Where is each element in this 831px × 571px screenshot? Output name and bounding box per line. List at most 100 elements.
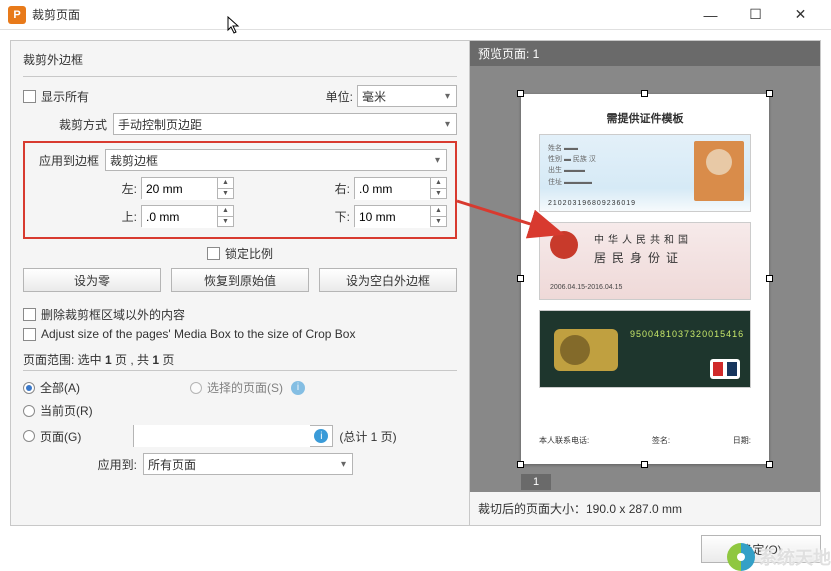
apply-to-label: 应用到: — [23, 456, 143, 473]
spin-down-icon[interactable]: ▼ — [218, 217, 233, 227]
right-spinner[interactable]: ▲▼ — [354, 177, 447, 199]
range-current-label: 当前页(R) — [40, 402, 93, 419]
footer-date: 日期: — [733, 435, 751, 446]
card-title: 中华人民共和国 — [594, 231, 692, 246]
apply-box-label: 应用到边框 — [33, 152, 105, 169]
adjust-mediabox-checkbox[interactable]: Adjust size of the pages' Media Box to t… — [23, 327, 457, 341]
resize-handle[interactable] — [766, 90, 773, 97]
app-icon: P — [8, 6, 26, 24]
unit-label: 单位: — [326, 88, 353, 105]
highlighted-region: 应用到边框 裁剪边框 ▾ 左: ▲▼ 右: ▲▼ — [23, 141, 457, 239]
show-all-checkbox[interactable]: 显示所有 — [23, 88, 89, 105]
unit-value: 毫米 — [362, 88, 386, 105]
set-blank-button[interactable]: 设为空白外边框 — [319, 268, 457, 292]
apply-to-select[interactable]: 所有页面 ▾ — [143, 453, 353, 475]
resize-handle[interactable] — [641, 90, 648, 97]
bank-card: 9500481037320015416 — [539, 310, 751, 388]
chevron-down-icon: ▾ — [441, 91, 454, 102]
right-input[interactable] — [355, 178, 430, 200]
page-range-title: 页面范围: 选中 1 页 , 共 1 页 — [23, 351, 457, 368]
right-pane: 预览页面: 1 需提供证件模板 姓名 ▬▬性别 ▬ 民族 汉出生 ▬▬▬住址 ▬… — [469, 41, 820, 525]
resize-handle[interactable] — [517, 275, 524, 282]
chevron-down-icon: ▾ — [431, 155, 444, 166]
top-input[interactable] — [142, 206, 217, 228]
radio-icon — [23, 430, 35, 442]
portrait-icon — [694, 141, 744, 201]
page-number-tab[interactable]: 1 — [521, 474, 551, 490]
resize-handle[interactable] — [766, 275, 773, 282]
range-selected-label: 选择的页面(S) — [207, 379, 283, 396]
left-label: 左: — [105, 180, 141, 197]
dialog-body: 裁剪外边框 显示所有 单位: 毫米 ▾ 裁剪方式 手动控制页边距 ▾ — [10, 40, 821, 526]
cropped-size-label: 裁切后的页面大小：190.0 x 287.0 mm — [470, 492, 820, 525]
radio-icon — [190, 382, 202, 394]
crop-mode-value: 手动控制页边距 — [118, 116, 202, 133]
apply-box-value: 裁剪边框 — [110, 152, 158, 169]
unit-select[interactable]: 毫米 ▾ — [357, 85, 457, 107]
dialog-footer: 确定(O) — [10, 535, 821, 563]
remove-outside-label: 删除裁剪框区域以外的内容 — [41, 306, 185, 323]
resize-handle[interactable] — [517, 90, 524, 97]
footer-contact: 本人联系电话: — [539, 435, 589, 446]
set-zero-button[interactable]: 设为零 — [23, 268, 161, 292]
emblem-icon — [550, 231, 578, 259]
apply-to-value: 所有页面 — [148, 456, 196, 473]
pages-input[interactable] — [134, 425, 310, 447]
left-input[interactable] — [142, 178, 217, 200]
apply-box-select[interactable]: 裁剪边框 ▾ — [105, 149, 447, 171]
id-card-front: 姓名 ▬▬性别 ▬ 民族 汉出生 ▬▬▬住址 ▬▬▬▬ 210203196809… — [539, 134, 751, 212]
remove-outside-checkbox[interactable]: 删除裁剪框区域以外的内容 — [23, 306, 457, 323]
preview-header: 预览页面: 1 — [470, 41, 820, 66]
range-selected-radio[interactable]: 选择的页面(S) i — [190, 379, 305, 396]
left-pane: 裁剪外边框 显示所有 单位: 毫米 ▾ 裁剪方式 手动控制页边距 ▾ — [11, 41, 469, 525]
info-icon: i — [314, 429, 328, 443]
maximize-button[interactable]: ☐ — [733, 0, 778, 30]
preview-page[interactable]: 需提供证件模板 姓名 ▬▬性别 ▬ 民族 汉出生 ▬▬▬住址 ▬▬▬▬ 2102… — [521, 94, 769, 464]
spin-down-icon[interactable]: ▼ — [431, 189, 446, 199]
card-subtitle: 居民身份证 — [594, 249, 684, 266]
range-all-label: 全部(A) — [40, 379, 80, 396]
show-all-label: 显示所有 — [41, 88, 89, 105]
bottom-label: 下: — [318, 208, 354, 225]
bottom-input[interactable] — [355, 206, 430, 228]
checkbox-icon — [207, 247, 220, 260]
restore-button[interactable]: 恢复到原始值 — [171, 268, 309, 292]
spin-down-icon[interactable]: ▼ — [218, 189, 233, 199]
window-title: 裁剪页面 — [32, 6, 80, 23]
resize-handle[interactable] — [517, 461, 524, 468]
adjust-mediabox-label: Adjust size of the pages' Media Box to t… — [41, 327, 355, 341]
chevron-down-icon: ▾ — [441, 119, 454, 130]
close-button[interactable]: ✕ — [778, 0, 823, 30]
spin-up-icon[interactable]: ▲ — [218, 178, 233, 189]
range-pages-radio[interactable]: 页面(G) — [23, 428, 81, 445]
top-label: 上: — [105, 208, 141, 225]
info-icon: i — [291, 381, 305, 395]
preview-doc-title: 需提供证件模板 — [521, 94, 769, 134]
footer-sign: 签名: — [652, 435, 670, 446]
crop-mode-select[interactable]: 手动控制页边距 ▾ — [113, 113, 457, 135]
lock-ratio-label: 锁定比例 — [225, 245, 273, 262]
left-spinner[interactable]: ▲▼ — [141, 177, 234, 199]
resize-handle[interactable] — [641, 461, 648, 468]
spin-up-icon[interactable]: ▲ — [218, 206, 233, 217]
bottom-spinner[interactable]: ▲▼ — [354, 205, 447, 227]
range-pages-label: 页面(G) — [40, 428, 81, 445]
spin-up-icon[interactable]: ▲ — [431, 178, 446, 189]
unionpay-icon — [710, 359, 740, 379]
id-card-back: 中华人民共和国 居民身份证 2006.04.15-2016.04.15 — [539, 222, 751, 300]
checkbox-icon — [23, 90, 36, 103]
top-spinner[interactable]: ▲▼ — [141, 205, 234, 227]
lock-ratio-checkbox[interactable]: 锁定比例 — [207, 245, 273, 262]
chevron-down-icon: ▾ — [337, 459, 350, 470]
resize-handle[interactable] — [766, 461, 773, 468]
minimize-button[interactable]: — — [688, 0, 733, 30]
preview-area[interactable]: 需提供证件模板 姓名 ▬▬性别 ▬ 民族 汉出生 ▬▬▬住址 ▬▬▬▬ 2102… — [470, 66, 820, 492]
id-number: 210203196809236019 — [548, 200, 636, 207]
right-label: 右: — [318, 180, 354, 197]
card-validity: 2006.04.15-2016.04.15 — [550, 284, 622, 291]
range-current-radio[interactable]: 当前页(R) — [23, 402, 93, 419]
ok-button[interactable]: 确定(O) — [701, 535, 821, 563]
spin-down-icon[interactable]: ▼ — [431, 217, 446, 227]
range-all-radio[interactable]: 全部(A) — [23, 379, 80, 396]
spin-up-icon[interactable]: ▲ — [431, 206, 446, 217]
